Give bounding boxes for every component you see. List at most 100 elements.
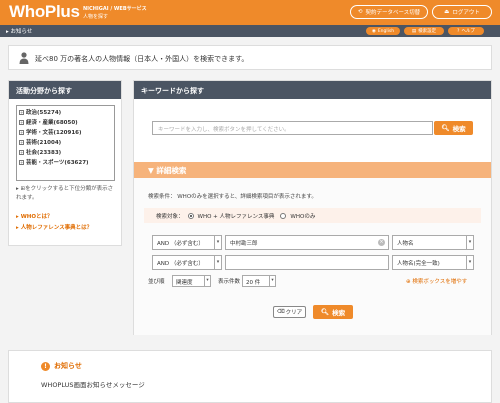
switch-icon: ⟲	[357, 9, 363, 15]
field-type-value: 人物名	[397, 241, 414, 247]
sidebar-title: 活動分野から探す	[9, 81, 121, 99]
notice-panel: ! お知らせ WHOPLUS画面お知らせメッセージ	[8, 350, 492, 403]
expand-icon[interactable]: +	[19, 129, 24, 135]
target-option-both: WHO + 人物レファレンス事典	[197, 213, 275, 220]
chevron-down-icon: ▾	[204, 276, 210, 286]
logout-icon: ⏏	[444, 9, 450, 15]
search-panel: キーワードから探す キーワードを入力し、検索ボタンを押してください。 🔍︎ 検索 …	[133, 80, 492, 335]
category-label: 社会(23383)	[26, 150, 62, 156]
expand-icon[interactable]: +	[19, 139, 24, 145]
advanced-title: 詳細検索	[156, 166, 187, 175]
add-box-label: 検索ボックスを増やす	[412, 279, 468, 285]
category-item[interactable]: + 政治(55274)	[19, 107, 112, 117]
clear-button[interactable]: ⌫ クリア	[273, 306, 306, 318]
logo[interactable]: WhoPlus	[9, 2, 80, 22]
add-search-box-link[interactable]: ⊕ 検索ボックスを増やす	[406, 277, 467, 285]
whoplus-about-link[interactable]: ▸ WHOとは？	[16, 212, 53, 220]
category-label: 政治(55274)	[26, 110, 62, 116]
category-item[interactable]: + 社会(23383)	[19, 147, 112, 157]
sort-select[interactable]: 関連度 ▾	[172, 275, 211, 287]
sidebar-note: ▸ ⊞をクリックすると下位分類が表示されます。	[16, 186, 114, 201]
target-label: 検索対象：	[156, 213, 184, 220]
db-switch-label: 契約データベース切替	[365, 10, 421, 16]
news-label: お知らせ	[10, 29, 33, 35]
category-list: + 政治(55274) + 経済・産業(68050) + 学術・文芸(120916) …	[16, 105, 115, 181]
news-link[interactable]: ▸ お知らせ	[6, 27, 32, 35]
clear-label: クリア	[285, 310, 303, 316]
logout-button[interactable]: ⏏ ログアウト	[432, 5, 492, 19]
expand-icon[interactable]: +	[19, 159, 24, 165]
target-radio-both[interactable]	[187, 212, 194, 219]
field-select-2[interactable]: 人物名(完全一致) ▾	[392, 255, 474, 270]
target-radio-who[interactable]	[280, 212, 287, 219]
category-item[interactable]: + 芸術(21004)	[19, 137, 112, 147]
notice-title: ! お知らせ	[41, 361, 82, 371]
brand-line: NICHIGAI / WEBサービス	[83, 6, 147, 12]
search-icon: 🔍︎	[320, 308, 330, 316]
search-settings-button[interactable]: ▤ 検索設定	[404, 27, 444, 35]
field-type-value: 人物名(完全一致)	[397, 261, 440, 267]
category-label: 芸能・スポーツ(63627)	[26, 160, 89, 166]
chevron-down-icon: ▾	[214, 236, 221, 249]
chevron-down-icon: ▾	[466, 236, 473, 249]
keyword-field-1[interactable]: 中村勘三郎 ×	[225, 235, 389, 250]
expand-icon[interactable]: +	[19, 109, 24, 115]
keyword-area: キーワードを入力し、検索ボタンを押してください。 🔍︎ 検索	[134, 99, 491, 161]
advanced-search-toggle[interactable]: ▼ 詳細検索	[134, 162, 491, 178]
whoplus-link-label: WHOとは？	[20, 214, 53, 220]
count-value: 20 件	[246, 280, 261, 286]
keyword-input[interactable]: キーワードを入力し、検索ボタンを押してください。	[152, 121, 433, 135]
field-select-1[interactable]: 人物名 ▾	[392, 235, 474, 250]
operator-value: AND （必ず含む）	[157, 241, 204, 247]
search-label: 検索	[332, 309, 346, 317]
chevron-down-icon: ▾	[214, 256, 221, 269]
category-label: 経済・産業(68050)	[26, 120, 78, 126]
keyword-search-button[interactable]: 🔍︎ 検索	[434, 121, 473, 135]
help-icon: ?	[457, 28, 460, 34]
search-icon: 🔍︎	[441, 124, 450, 132]
english-button[interactable]: ◉ English	[366, 27, 400, 35]
category-item[interactable]: + 経済・産業(68050)	[19, 117, 112, 127]
eraser-icon: ⌫	[276, 309, 285, 315]
notice-title-text: お知らせ	[54, 362, 82, 370]
clear-icon[interactable]: ×	[378, 239, 385, 246]
info-icon: !	[41, 361, 50, 371]
expand-icon[interactable]: +	[19, 149, 24, 155]
field-value: 中村勘三郎	[230, 241, 258, 247]
help-label: ヘルプ	[461, 29, 475, 34]
advanced-search-button[interactable]: 🔍︎ 検索	[313, 305, 353, 319]
expand-icon[interactable]: +	[19, 119, 24, 125]
category-label: 学術・文芸(120916)	[26, 130, 82, 136]
reference-link-label: 人物レファレンス事典とは？	[20, 225, 93, 231]
category-label: 芸術(21004)	[26, 140, 62, 146]
header: WhoPlus NICHIGAI / WEBサービス 人物を探す ⟲ 契約データ…	[0, 0, 500, 25]
chevron-down-icon: ▾	[466, 256, 473, 269]
category-sidebar: 活動分野から探す + 政治(55274) + 経済・産業(68050) + 学術・文芸…	[8, 80, 122, 246]
keyword-field-2[interactable]	[225, 255, 389, 270]
category-item[interactable]: + 芸能・スポーツ(63627)	[19, 157, 112, 167]
logout-label: ログアウト	[452, 10, 480, 16]
person-icon	[19, 52, 29, 64]
tagline: 人物を探す	[83, 14, 109, 20]
operator-select-1[interactable]: AND （必ず含む） ▾	[152, 235, 222, 250]
settings-icon: ▤	[411, 28, 417, 34]
search-target: 検索対象： WHO + 人物レファレンス事典 WHOのみ	[144, 208, 481, 223]
info-text: 延べ80 万の著名人の人物情報（日本人・外国人）を検索できます。	[35, 55, 249, 63]
reference-about-link[interactable]: ▸ 人物レファレンス事典とは？	[16, 223, 92, 231]
count-select[interactable]: 20 件 ▾	[242, 275, 276, 287]
search-label: 検索	[452, 125, 466, 133]
db-switch-button[interactable]: ⟲ 契約データベース切替	[350, 5, 428, 19]
settings-label: 検索設定	[418, 29, 437, 34]
info-bar: 延べ80 万の著名人の人物情報（日本人・外国人）を検索できます。	[8, 45, 492, 70]
navbar: ▸ お知らせ ◉ English ▤ 検索設定 ? ヘルプ	[0, 25, 500, 37]
help-button[interactable]: ? ヘルプ	[448, 27, 484, 35]
condition-text: 検索条件： WHOのみを選択すると、詳細検索項目が表示されます。	[148, 194, 317, 200]
operator-select-2[interactable]: AND （必ず含む） ▾	[152, 255, 222, 270]
globe-icon: ◉	[371, 28, 376, 34]
notice-message: WHOPLUS画面お知らせメッセージ	[41, 381, 145, 389]
sort-label: 並び順	[148, 279, 165, 285]
english-label: English	[377, 28, 395, 34]
category-item[interactable]: + 学術・文芸(120916)	[19, 127, 112, 137]
chevron-down-icon: ▾	[269, 276, 275, 286]
count-label: 表示件数	[218, 279, 241, 285]
